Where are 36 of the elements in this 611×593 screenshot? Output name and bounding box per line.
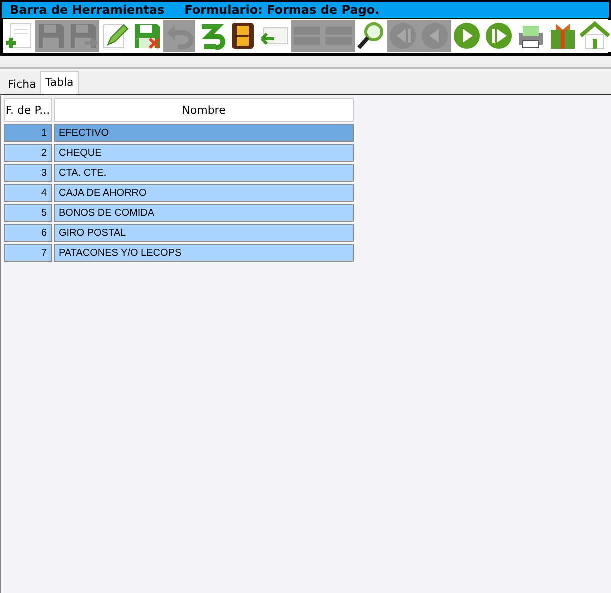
table-cell: GIRO POSTAL: [54, 224, 354, 242]
tab[interactable]: Tabla: [40, 71, 79, 94]
previous-icon: [420, 21, 450, 51]
table-cell: 3: [4, 164, 52, 182]
table-cell: 4: [4, 184, 52, 202]
table-row[interactable]: 1 EFECTIVO: [4, 124, 354, 142]
table-row[interactable]: 5 BONOS DE COMIDA: [4, 204, 354, 222]
table-cell: 5: [4, 204, 52, 222]
table-cell: PATACONES Y/O LECOPS: [54, 244, 354, 262]
form-title: Formulario: Formas de Pago.: [184, 3, 380, 17]
column-header[interactable]: Nombre: [54, 98, 354, 122]
table-cell: BONOS DE COMIDA: [54, 204, 354, 222]
table-cell: EFECTIVO: [54, 124, 354, 142]
first-icon: [388, 21, 418, 51]
table-cell: CHEQUE: [54, 144, 354, 162]
table-cell: 7: [4, 244, 52, 262]
play-button[interactable]: [451, 20, 483, 52]
floppy-disk-cross-icon: [132, 21, 162, 51]
table-cell: 6: [4, 224, 52, 242]
play-icon: [452, 21, 482, 51]
table-cell: CAJA DE AHORRO: [54, 184, 354, 202]
search-icon: [356, 21, 386, 51]
table-row[interactable]: 4 CAJA DE AHORRO: [4, 184, 354, 202]
table-row[interactable]: 7 PATACONES Y/O LECOPS: [4, 244, 354, 262]
new-document-icon: [4, 21, 34, 51]
table-cell: CTA. CTE.: [54, 164, 354, 182]
gift-icon: [548, 21, 578, 51]
table-row[interactable]: 6 GIRO POSTAL: [4, 224, 354, 242]
table-row[interactable]: 3 CTA. CTE.: [4, 164, 354, 182]
table-cell: 1: [4, 124, 52, 142]
home-button[interactable]: [579, 20, 611, 52]
table-row[interactable]: 2 CHEQUE: [4, 144, 354, 162]
next-icon: [484, 21, 514, 51]
column-header[interactable]: F. de P...: [4, 98, 52, 122]
table-cell: 2: [4, 144, 52, 162]
toolbar-title: Barra de Herramientas: [10, 3, 165, 17]
